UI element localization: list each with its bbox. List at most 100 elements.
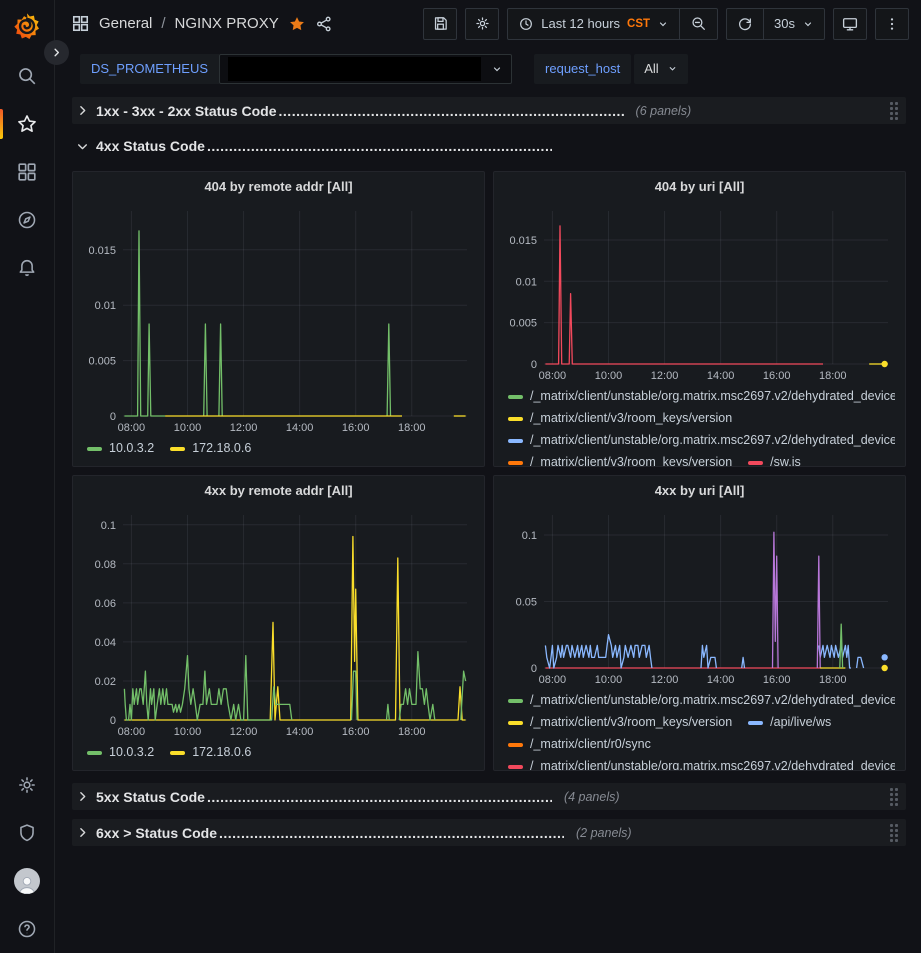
legend-item[interactable]: /sw.js <box>748 454 801 466</box>
panel-4xx-by-uri: 4xx by uri [All] 00.050.108:0010:0012:00… <box>493 475 906 771</box>
legend-label[interactable]: 10.0.3.2 <box>109 440 154 457</box>
legend-color-marker <box>170 447 185 451</box>
legend-item[interactable]: 172.18.0.6 <box>170 440 251 457</box>
row-title[interactable]: 1xx - 3xx - 2xx Status Code <box>96 103 277 119</box>
request-host-variable-label[interactable]: request_host <box>534 54 631 84</box>
legend-item[interactable]: /api/live/ws <box>748 714 831 731</box>
sidebar-item-help[interactable] <box>0 905 54 953</box>
save-dashboard-button[interactable] <box>423 8 457 40</box>
legend-item[interactable]: 10.0.3.2 <box>87 744 154 761</box>
timeseries-chart[interactable]: 00.050.108:0010:0012:0014:0016:0018:00 <box>504 505 895 689</box>
legend-item[interactable]: /_matrix/client/v3/room_keys/version <box>508 410 732 427</box>
dashboard-toolbar: Last 12 hours CST <box>415 8 909 40</box>
datasource-value-redacted <box>228 57 481 81</box>
cycle-view-mode-button[interactable] <box>833 8 867 40</box>
svg-text:14:00: 14:00 <box>286 422 314 434</box>
svg-text:08:00: 08:00 <box>118 726 146 738</box>
legend-item[interactable]: /_matrix/client/unstable/org.matrix.msc2… <box>508 692 895 709</box>
row-drag-handle[interactable] <box>888 786 900 808</box>
row-title[interactable]: 4xx Status Code <box>96 138 205 154</box>
panel-title[interactable]: 4xx by remote addr [All] <box>83 476 474 505</box>
panel-grid: 404 by remote addr [All] 00.0050.010.015… <box>72 171 906 771</box>
chevron-down-icon <box>667 63 678 74</box>
request-host-variable-select[interactable]: All <box>634 54 687 84</box>
more-options-button[interactable] <box>875 8 909 40</box>
sidebar-item-starred[interactable] <box>0 100 54 148</box>
zoom-out-button[interactable] <box>679 9 717 39</box>
user-avatar <box>14 868 40 894</box>
legend-label[interactable]: 172.18.0.6 <box>192 440 251 457</box>
legend-item[interactable]: 10.0.3.2 <box>87 440 154 457</box>
timeseries-chart[interactable]: 00.0050.010.01508:0010:0012:0014:0016:00… <box>83 201 474 437</box>
panel-title[interactable]: 404 by uri [All] <box>504 172 895 201</box>
legend-color-marker <box>508 721 523 725</box>
legend-label[interactable]: /_matrix/client/v3/room_keys/version <box>530 410 732 427</box>
chevron-right-icon <box>76 104 89 117</box>
sidebar-item-server-admin[interactable] <box>0 809 54 857</box>
timeseries-chart[interactable]: 00.020.040.060.080.108:0010:0012:0014:00… <box>83 505 474 741</box>
dashboard-settings-button[interactable] <box>465 8 499 40</box>
dashboard-title[interactable]: NGINX PROXY <box>175 15 279 32</box>
legend-label[interactable]: /_matrix/client/unstable/org.matrix.msc2… <box>530 758 895 770</box>
legend-label[interactable]: /_matrix/client/unstable/org.matrix.msc2… <box>530 388 895 405</box>
row-6xx[interactable]: 6xx > Status Code ......................… <box>72 819 906 846</box>
help-circle-icon <box>16 918 38 940</box>
sidebar-item-dashboards[interactable] <box>0 148 54 196</box>
search-icon <box>16 65 38 87</box>
refresh-button[interactable] <box>727 9 763 39</box>
legend-label[interactable]: /_matrix/client/r0/sync <box>530 736 651 753</box>
avatar-person-icon <box>16 874 38 894</box>
svg-text:0.06: 0.06 <box>95 598 116 610</box>
legend-color-marker <box>748 721 763 725</box>
chevron-down-icon <box>491 63 503 75</box>
legend-color-marker <box>508 461 523 465</box>
svg-text:14:00: 14:00 <box>707 370 735 382</box>
row-title[interactable]: 5xx Status Code <box>96 789 205 805</box>
legend-item[interactable]: /_matrix/client/unstable/org.matrix.msc2… <box>508 758 895 770</box>
legend-color-marker <box>508 743 523 747</box>
legend-label[interactable]: 172.18.0.6 <box>192 744 251 761</box>
sidebar-item-explore[interactable] <box>0 196 54 244</box>
sidebar-item-alerting[interactable] <box>0 244 54 292</box>
row-1xx-3xx-2xx[interactable]: 1xx - 3xx - 2xx Status Code ............… <box>72 97 906 124</box>
row-5xx[interactable]: 5xx Status Code ........................… <box>72 783 906 810</box>
legend-label[interactable]: 10.0.3.2 <box>109 744 154 761</box>
star-filled-icon[interactable] <box>288 15 306 33</box>
breadcrumb-folder[interactable]: General <box>99 15 152 32</box>
legend-item[interactable]: /_matrix/client/unstable/org.matrix.msc2… <box>508 388 895 405</box>
expand-sidebar-button[interactable] <box>44 40 69 65</box>
legend-item[interactable]: /_matrix/client/v3/room_keys/version <box>508 714 732 731</box>
row-drag-handle[interactable] <box>888 100 900 122</box>
row-4xx[interactable]: 4xx Status Code ........................… <box>72 133 906 159</box>
sidebar-item-configuration[interactable] <box>0 761 54 809</box>
row-title[interactable]: 6xx > Status Code <box>96 825 217 841</box>
legend-item[interactable]: /_matrix/client/v3/room_keys/version <box>508 454 732 466</box>
compass-icon <box>16 209 38 231</box>
legend-label[interactable]: /_matrix/client/v3/room_keys/version <box>530 454 732 466</box>
legend-label[interactable]: /_matrix/client/unstable/org.matrix.msc2… <box>530 432 895 449</box>
request-host-value: All <box>644 61 658 76</box>
legend-item[interactable]: /_matrix/client/unstable/org.matrix.msc2… <box>508 432 895 449</box>
time-range-picker[interactable]: Last 12 hours CST <box>508 9 679 39</box>
datasource-variable-label[interactable]: DS_PROMETHEUS <box>80 54 219 84</box>
legend-label[interactable]: /_matrix/client/v3/room_keys/version <box>530 714 732 731</box>
share-icon[interactable] <box>315 15 333 33</box>
legend-label[interactable]: /api/live/ws <box>770 714 831 731</box>
legend-label[interactable]: /_matrix/client/unstable/org.matrix.msc2… <box>530 692 895 709</box>
gear-icon <box>16 774 38 796</box>
panel-title[interactable]: 404 by remote addr [All] <box>83 172 474 201</box>
timeseries-chart[interactable]: 00.0050.010.01508:0010:0012:0014:0016:00… <box>504 201 895 385</box>
sidebar-item-profile[interactable] <box>0 857 54 905</box>
refresh-interval-picker[interactable]: 30s <box>763 9 824 39</box>
panel-title[interactable]: 4xx by uri [All] <box>504 476 895 505</box>
svg-text:0: 0 <box>110 411 116 423</box>
legend-item[interactable]: 172.18.0.6 <box>170 744 251 761</box>
legend-color-marker <box>87 751 102 755</box>
gear-icon <box>474 15 491 32</box>
row-title-dots: ........................................… <box>207 138 552 154</box>
legend-item[interactable]: /_matrix/client/r0/sync <box>508 736 651 753</box>
legend-color-marker <box>748 461 763 465</box>
datasource-variable-select[interactable] <box>219 54 512 84</box>
row-drag-handle[interactable] <box>888 822 900 844</box>
legend-label[interactable]: /sw.js <box>770 454 801 466</box>
